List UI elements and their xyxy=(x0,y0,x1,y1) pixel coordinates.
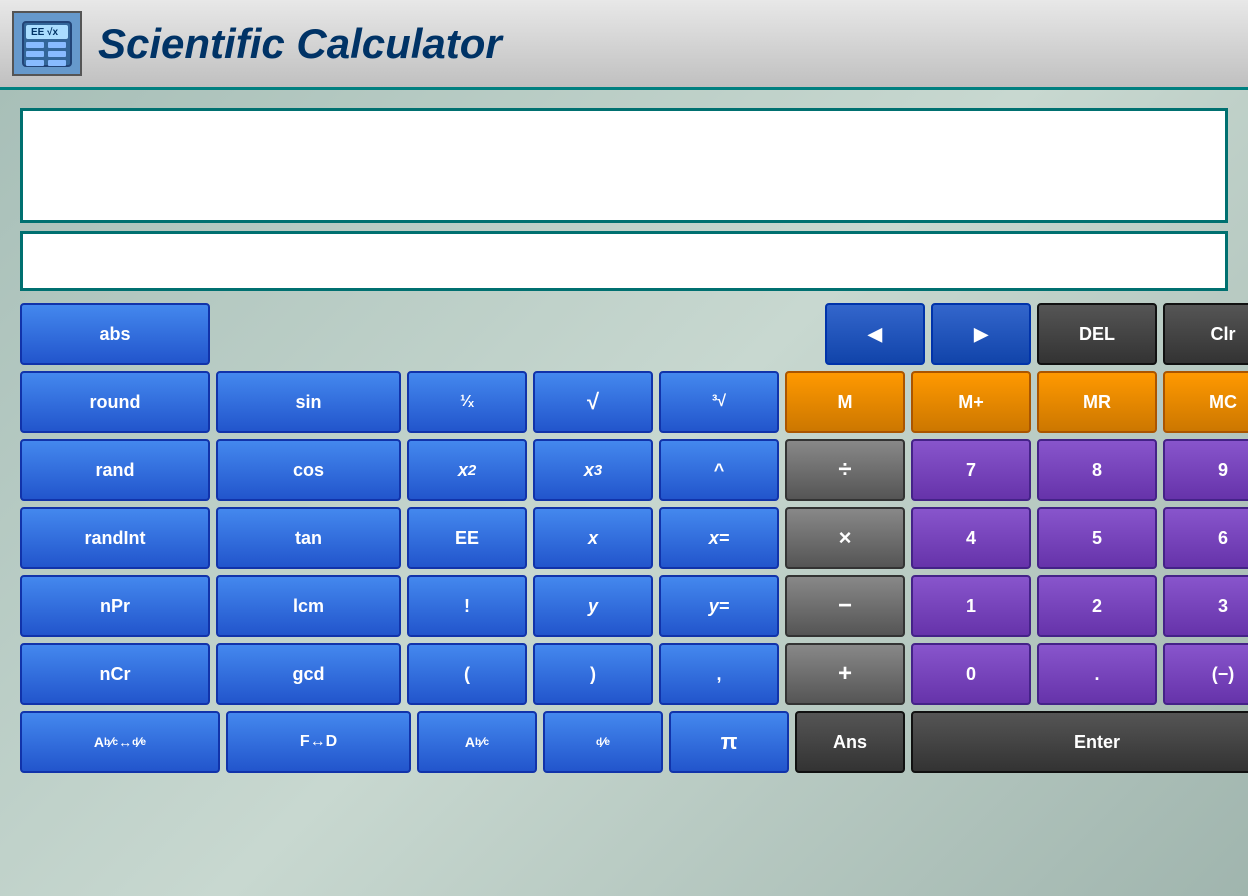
randint-btn[interactable]: randInt xyxy=(20,507,210,569)
enter-btn[interactable]: Enter xyxy=(911,711,1248,773)
svg-text:√x: √x xyxy=(47,27,58,38)
x-btn[interactable]: x xyxy=(533,507,653,569)
del-btn[interactable]: DEL xyxy=(1037,303,1157,365)
dot-btn[interactable]: . xyxy=(1037,643,1157,705)
xsq-btn[interactable]: x2 xyxy=(407,439,527,501)
tan-btn[interactable]: tan xyxy=(216,507,401,569)
xeq-btn[interactable]: x= xyxy=(659,507,779,569)
button-row-2: rand cos x2 x3 ^ ÷ 7 8 9 xyxy=(20,439,1248,501)
yeq-btn[interactable]: y= xyxy=(659,575,779,637)
page-title: Scientific Calculator xyxy=(98,20,502,68)
9-btn[interactable]: 9 xyxy=(1163,439,1248,501)
add-btn[interactable]: + xyxy=(785,643,905,705)
ee-btn[interactable]: EE xyxy=(407,507,527,569)
button-row-6: Ab∕c ↔ d∕e F↔D Ab∕c d∕e π Ans Enter xyxy=(20,711,1248,773)
lparen-btn[interactable]: ( xyxy=(407,643,527,705)
m-btn[interactable]: M xyxy=(785,371,905,433)
clr-btn[interactable]: Clr xyxy=(1163,303,1248,365)
abs-btn[interactable]: abs xyxy=(20,303,210,365)
right-arrow-btn[interactable]: ▶ xyxy=(931,303,1031,365)
ncr-btn[interactable]: nCr xyxy=(20,643,210,705)
cos-btn[interactable]: cos xyxy=(216,439,401,501)
pow-btn[interactable]: ^ xyxy=(659,439,779,501)
display-area xyxy=(20,108,1228,291)
sub-btn[interactable]: − xyxy=(785,575,905,637)
cbrt-btn[interactable]: ³√ xyxy=(659,371,779,433)
frac-btn[interactable]: Ab∕c xyxy=(417,711,537,773)
secondary-display[interactable] xyxy=(20,231,1228,291)
sqrt-btn[interactable]: √ xyxy=(533,371,653,433)
svg-text:EE: EE xyxy=(31,27,45,38)
rparen-btn[interactable]: ) xyxy=(533,643,653,705)
button-row-3: randInt tan EE x x= × 4 5 6 xyxy=(20,507,1248,569)
mr-btn[interactable]: MR xyxy=(1037,371,1157,433)
rand-btn[interactable]: rand xyxy=(20,439,210,501)
1-btn[interactable]: 1 xyxy=(911,575,1031,637)
0-btn[interactable]: 0 xyxy=(911,643,1031,705)
neg-btn[interactable]: (−) xyxy=(1163,643,1248,705)
fact-btn[interactable]: ! xyxy=(407,575,527,637)
left-arrow-btn[interactable]: ◀ xyxy=(825,303,925,365)
2-btn[interactable]: 2 xyxy=(1037,575,1157,637)
button-row-4: nPr lcm ! y y= − 1 2 3 xyxy=(20,575,1248,637)
calculator-body: abs ◀ ▶ DEL Clr round sin ¹∕ₓ √ ³√ M M+ … xyxy=(0,90,1248,896)
title-icon: EE √x xyxy=(12,11,82,76)
3-btn[interactable]: 3 xyxy=(1163,575,1248,637)
mplus-btn[interactable]: M+ xyxy=(911,371,1031,433)
gcd-btn[interactable]: gcd xyxy=(216,643,401,705)
mc-btn[interactable]: MC xyxy=(1163,371,1248,433)
8-btn[interactable]: 8 xyxy=(1037,439,1157,501)
mul-btn[interactable]: × xyxy=(785,507,905,569)
npr-btn[interactable]: nPr xyxy=(20,575,210,637)
4-btn[interactable]: 4 xyxy=(911,507,1031,569)
round-btn[interactable]: round xyxy=(20,371,210,433)
buttons-area: abs ◀ ▶ DEL Clr round sin ¹∕ₓ √ ³√ M M+ … xyxy=(20,303,1228,773)
7-btn[interactable]: 7 xyxy=(911,439,1031,501)
fracconv-btn[interactable]: Ab∕c ↔ d∕e xyxy=(20,711,220,773)
6-btn[interactable]: 6 xyxy=(1163,507,1248,569)
button-row-5: nCr gcd ( ) , + 0 . (−) xyxy=(20,643,1248,705)
y-btn[interactable]: y xyxy=(533,575,653,637)
div-btn[interactable]: ÷ xyxy=(785,439,905,501)
button-row-0: abs ◀ ▶ DEL Clr xyxy=(20,303,1248,365)
5-btn[interactable]: 5 xyxy=(1037,507,1157,569)
pi-btn[interactable]: π xyxy=(669,711,789,773)
comma-btn[interactable]: , xyxy=(659,643,779,705)
ans-btn[interactable]: Ans xyxy=(795,711,905,773)
sin-btn[interactable]: sin xyxy=(216,371,401,433)
xcb-btn[interactable]: x3 xyxy=(533,439,653,501)
main-display[interactable] xyxy=(20,108,1228,223)
title-bar: EE √x Scientific Calculator xyxy=(0,0,1248,90)
lcm-btn[interactable]: lcm xyxy=(216,575,401,637)
reciprocal-btn[interactable]: ¹∕ₓ xyxy=(407,371,527,433)
button-row-1: round sin ¹∕ₓ √ ³√ M M+ MR MC xyxy=(20,371,1248,433)
fd-btn[interactable]: F↔D xyxy=(226,711,411,773)
de-btn[interactable]: d∕e xyxy=(543,711,663,773)
